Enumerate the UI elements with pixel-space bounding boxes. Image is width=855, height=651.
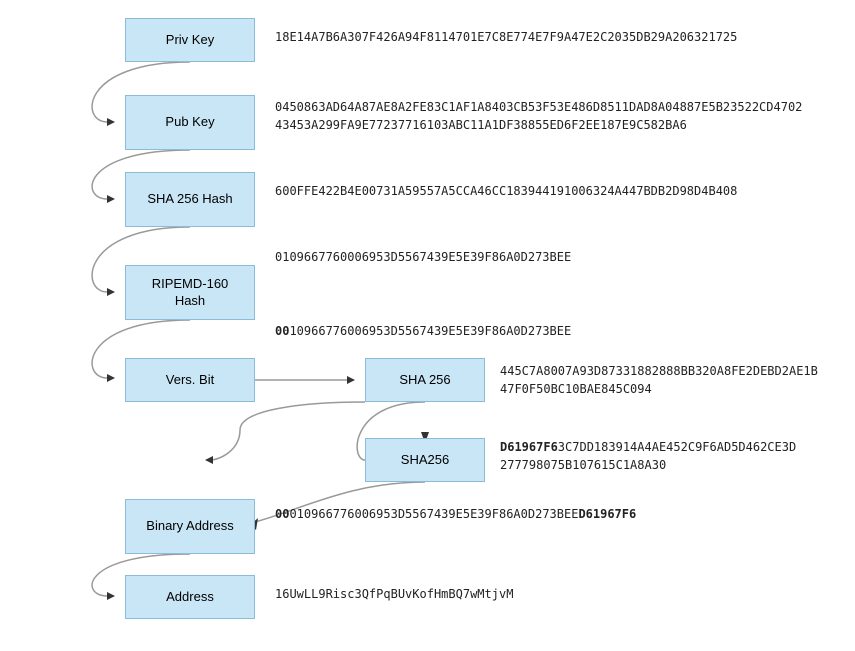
sha256-right2-box: SHA256 — [365, 438, 485, 482]
pub-key-value: 0450863AD64A87AE8A2FE83C1AF1A8403CB53F53… — [275, 98, 802, 134]
priv-key-box: Priv Key — [125, 18, 255, 62]
pub-key-box: Pub Key — [125, 95, 255, 150]
binary-address-box: Binary Address — [125, 499, 255, 554]
binary-address-value: 00010966776006953D5567439E5E39F86A0D273B… — [275, 505, 636, 523]
ripemd-after-value: 0010966776006953D5567439E5E39F86A0D273BE… — [275, 322, 571, 340]
sha256-right2-value: D61967F63C7DD183914A4AE452C9F6AD5D462CE3… — [500, 438, 796, 474]
diagram: Priv Key Pub Key SHA 256 Hash RIPEMD-160… — [0, 0, 855, 651]
address-box: Address — [125, 575, 255, 619]
ripemd-before-value: 0109667760006953D5567439E5E39F86A0D273BE… — [275, 248, 571, 266]
address-value: 16UwLL9Risc3QfPqBUvKofHmBQ7wMtjvM — [275, 585, 513, 603]
sha256-right-box: SHA 256 — [365, 358, 485, 402]
vers-bit-box: Vers. Bit — [125, 358, 255, 402]
sha256-hash-value: 600FFE422B4E00731A59557A5CCA46CC18394419… — [275, 182, 737, 200]
priv-key-value: 18E14A7B6A307F426A94F8114701E7C8E774E7F9… — [275, 28, 737, 46]
ripemd160-box: RIPEMD-160Hash — [125, 265, 255, 320]
sha256-right-value: 445C7A8007A93D87331882888BB320A8FE2DEBD2… — [500, 362, 818, 398]
sha256-hash-box: SHA 256 Hash — [125, 172, 255, 227]
